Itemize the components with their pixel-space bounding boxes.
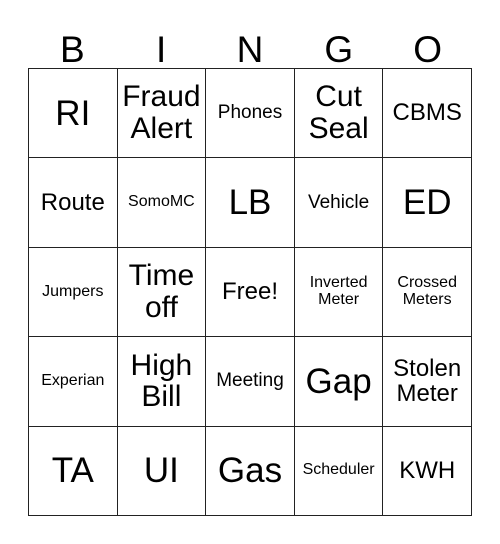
- bingo-cell-o4[interactable]: Stolen Meter: [383, 337, 472, 427]
- bingo-cell-g2[interactable]: Vehicle: [294, 158, 384, 248]
- bingo-header-letter-n: N: [206, 18, 295, 68]
- bingo-cell-g4[interactable]: Gap: [294, 337, 384, 427]
- bingo-header-letter-g: G: [294, 18, 383, 68]
- header-letter-text: G: [324, 29, 354, 70]
- bingo-cell-label: CBMS: [392, 99, 462, 127]
- bingo-cell-label: Gas: [217, 451, 283, 491]
- bingo-cell-free-space[interactable]: Free!: [206, 247, 295, 338]
- bingo-cell-label: Stolen Meter: [393, 354, 462, 408]
- bingo-cell-n5[interactable]: Gas: [206, 426, 295, 516]
- bingo-cell-label: Fraud Alert: [122, 80, 201, 146]
- bingo-card: B I N G O RI Fraud Alert Phones Cut Seal…: [0, 0, 500, 544]
- bingo-cell-n2[interactable]: LB: [206, 158, 295, 248]
- bingo-header-row: B I N G O: [28, 18, 472, 68]
- bingo-cell-label: Meeting: [216, 370, 284, 392]
- bingo-cell-g5[interactable]: Scheduler: [294, 426, 384, 516]
- bingo-cell-i3[interactable]: Time off: [117, 247, 207, 338]
- bingo-cell-o3[interactable]: Crossed Meters: [383, 247, 472, 338]
- header-letter-text: O: [413, 29, 442, 70]
- bingo-cell-label: TA: [51, 451, 94, 491]
- bingo-cell-g1[interactable]: Cut Seal: [294, 69, 384, 159]
- bingo-cell-b3[interactable]: Jumpers: [29, 247, 118, 338]
- bingo-cell-label: Scheduler: [302, 461, 375, 479]
- bingo-cell-o1[interactable]: CBMS: [383, 69, 472, 159]
- bingo-grid: RI Fraud Alert Phones Cut Seal CBMS Rout…: [28, 68, 472, 516]
- bingo-header-letter-b: B: [28, 18, 117, 68]
- bingo-cell-label: LB: [228, 183, 272, 223]
- bingo-cell-o2[interactable]: ED: [383, 158, 472, 248]
- bingo-cell-label: Experian: [41, 371, 105, 389]
- bingo-cell-n1[interactable]: Phones: [206, 69, 295, 159]
- bingo-cell-b1[interactable]: RI: [29, 69, 118, 159]
- bingo-cell-o5[interactable]: KWH: [383, 426, 472, 516]
- bingo-cell-b5[interactable]: TA: [29, 426, 118, 516]
- header-letter-text: B: [60, 29, 85, 70]
- bingo-header-letter-i: I: [117, 18, 206, 68]
- bingo-cell-label: High Bill: [130, 348, 193, 414]
- bingo-cell-label: ED: [402, 183, 452, 223]
- bingo-cell-label: Time off: [128, 259, 195, 324]
- bingo-cell-label: Inverted Meter: [309, 274, 368, 308]
- header-letter-text: I: [156, 29, 167, 70]
- bingo-cell-label: KWH: [399, 457, 456, 485]
- header-letter-text: N: [236, 29, 264, 70]
- bingo-cell-b4[interactable]: Experian: [29, 337, 118, 427]
- bingo-cell-label: Vehicle: [307, 191, 370, 213]
- bingo-cell-label: Gap: [305, 361, 372, 401]
- bingo-cell-g3[interactable]: Inverted Meter: [294, 247, 384, 338]
- bingo-header-letter-o: O: [383, 18, 472, 68]
- bingo-cell-i2[interactable]: SomoMC: [117, 158, 207, 248]
- bingo-cell-label: Free!: [221, 278, 278, 306]
- bingo-cell-label: Jumpers: [42, 282, 104, 300]
- bingo-cell-b2[interactable]: Route: [29, 158, 118, 248]
- bingo-cell-i5[interactable]: UI: [117, 426, 207, 516]
- bingo-cell-label: Crossed Meters: [397, 274, 457, 308]
- bingo-cell-label: UI: [143, 451, 179, 491]
- bingo-cell-i4[interactable]: High Bill: [117, 337, 207, 427]
- bingo-cell-label: RI: [55, 93, 91, 133]
- bingo-cell-n4[interactable]: Meeting: [206, 337, 295, 427]
- bingo-cell-label: Cut Seal: [308, 80, 369, 146]
- bingo-cell-i1[interactable]: Fraud Alert: [117, 69, 207, 159]
- bingo-cell-label: SomoMC: [128, 193, 195, 211]
- bingo-cell-label: Route: [40, 188, 105, 216]
- bingo-cell-label: Phones: [217, 102, 283, 124]
